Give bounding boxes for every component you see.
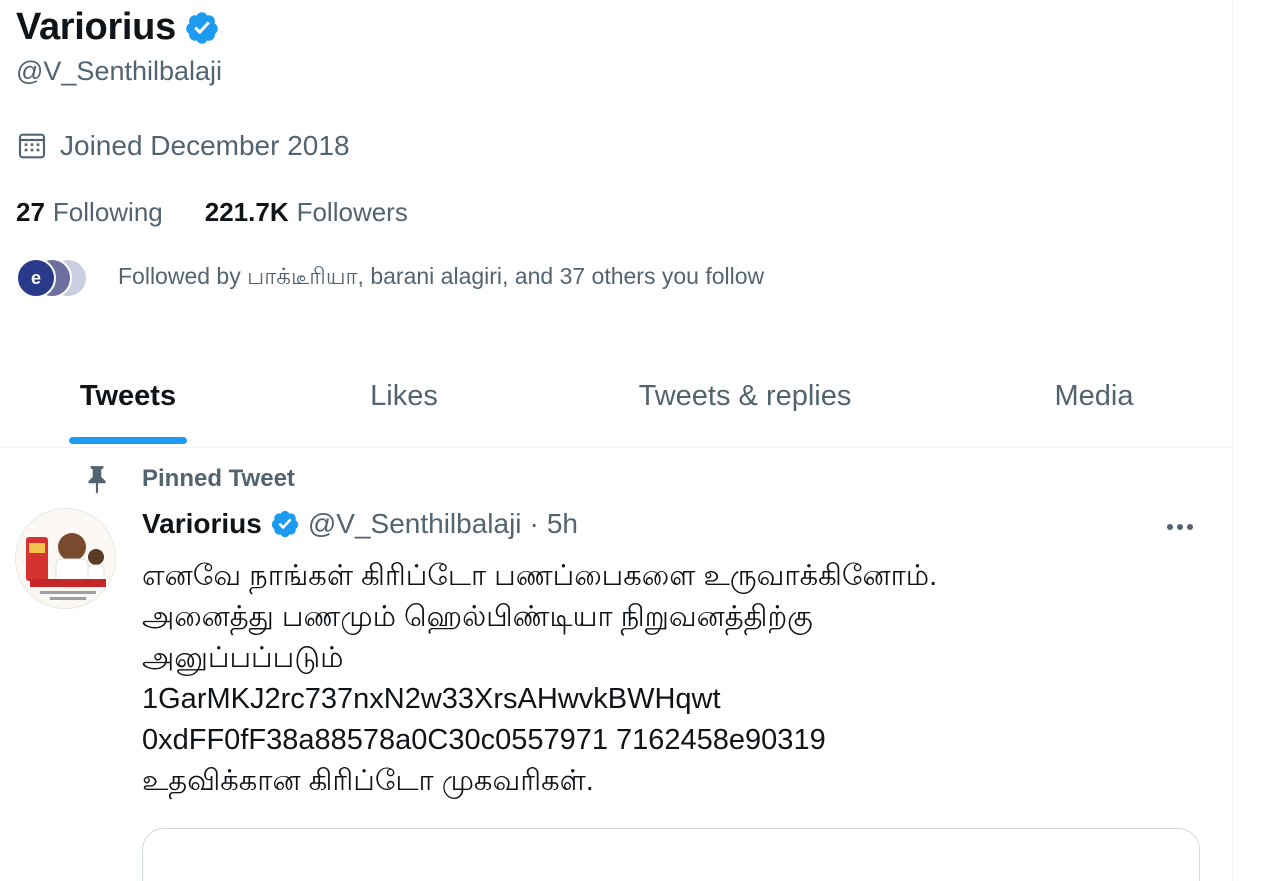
separator-dot: ·	[529, 508, 539, 539]
joined-text: Joined December 2018	[60, 130, 350, 161]
pin-icon	[88, 466, 106, 494]
avatar-image	[16, 509, 115, 608]
active-tab-indicator	[69, 437, 187, 444]
tweet-media-card[interactable]	[142, 828, 1200, 881]
followers-label: Followers	[296, 197, 408, 227]
joined-date: Joined December 2018	[16, 130, 350, 162]
tab-tweets-replies[interactable]: Tweets & replies	[620, 345, 870, 448]
profile-page: Variorius @V_Senthilbalaji Joined Decemb…	[0, 0, 1280, 881]
tweet-line: 1GarMKJ2rc737nxN2w33XrsAHwvkBWHqwt	[142, 683, 721, 715]
following-link[interactable]: 27 Following	[16, 197, 163, 228]
tweet-author-avatar[interactable]	[15, 508, 116, 609]
profile-tabs: Tweets Likes Tweets & replies Media	[0, 345, 1232, 448]
tweet-line: அனுப்பப்படும்	[142, 642, 344, 674]
tab-tweets[interactable]: Tweets	[69, 345, 187, 448]
verified-badge-icon	[186, 11, 218, 44]
display-name-text: Variorius	[16, 6, 176, 48]
profile-handle: @V_Senthilbalaji	[16, 56, 223, 86]
follower-avatars: e	[16, 258, 88, 298]
followers-link[interactable]: 221.7K Followers	[205, 197, 408, 228]
tweet-line: எனவே நாங்கள் கிரிப்டோ பணப்பைகளை உருவாக்க…	[142, 560, 938, 592]
tweet-author-name[interactable]: Variorius	[142, 508, 262, 540]
follow-stats: 27 Following 221.7K Followers	[16, 197, 408, 228]
following-count: 27	[16, 197, 45, 227]
avatar: e	[16, 258, 56, 298]
calendar-icon	[18, 133, 46, 159]
column-divider	[1232, 0, 1233, 881]
verified-badge-icon	[271, 510, 298, 538]
tweet-text: எனவே நாங்கள் கிரிப்டோ பணப்பைகளை உருவாக்க…	[142, 556, 1202, 802]
followers-count: 221.7K	[204, 197, 289, 227]
pinned-text: Pinned Tweet	[142, 465, 295, 492]
tweet-line: உதவிக்கான கிரிப்டோ முகவரிகள்.	[142, 765, 594, 797]
more-icon[interactable]	[1158, 512, 1202, 542]
tweet-line: 0xdFF0fF38a88578a0C30c0557971 7162458e90…	[142, 724, 826, 756]
pinned-tweet-label: Pinned Tweet	[84, 464, 295, 494]
profile-display-name: Variorius	[16, 6, 220, 49]
tweet-header: Variorius @V_Senthilbalaji · 5h	[142, 508, 578, 540]
following-label: Following	[52, 197, 163, 227]
tweet-time[interactable]: 5h	[547, 508, 578, 540]
tab-media[interactable]: Media	[1034, 345, 1154, 448]
followed-by-row[interactable]: e Followed by பாக்டீரியா, barani alagiri…	[16, 258, 764, 298]
tweet-author-handle[interactable]: @V_Senthilbalaji	[308, 508, 522, 540]
tweet-line: அனைத்து பணமும் ஹெல்பிண்டியா நிறுவனத்திற்…	[142, 601, 813, 633]
tab-likes[interactable]: Likes	[346, 345, 462, 448]
followed-by-text: Followed by பாக்டீரியா, barani alagiri, …	[118, 263, 765, 289]
